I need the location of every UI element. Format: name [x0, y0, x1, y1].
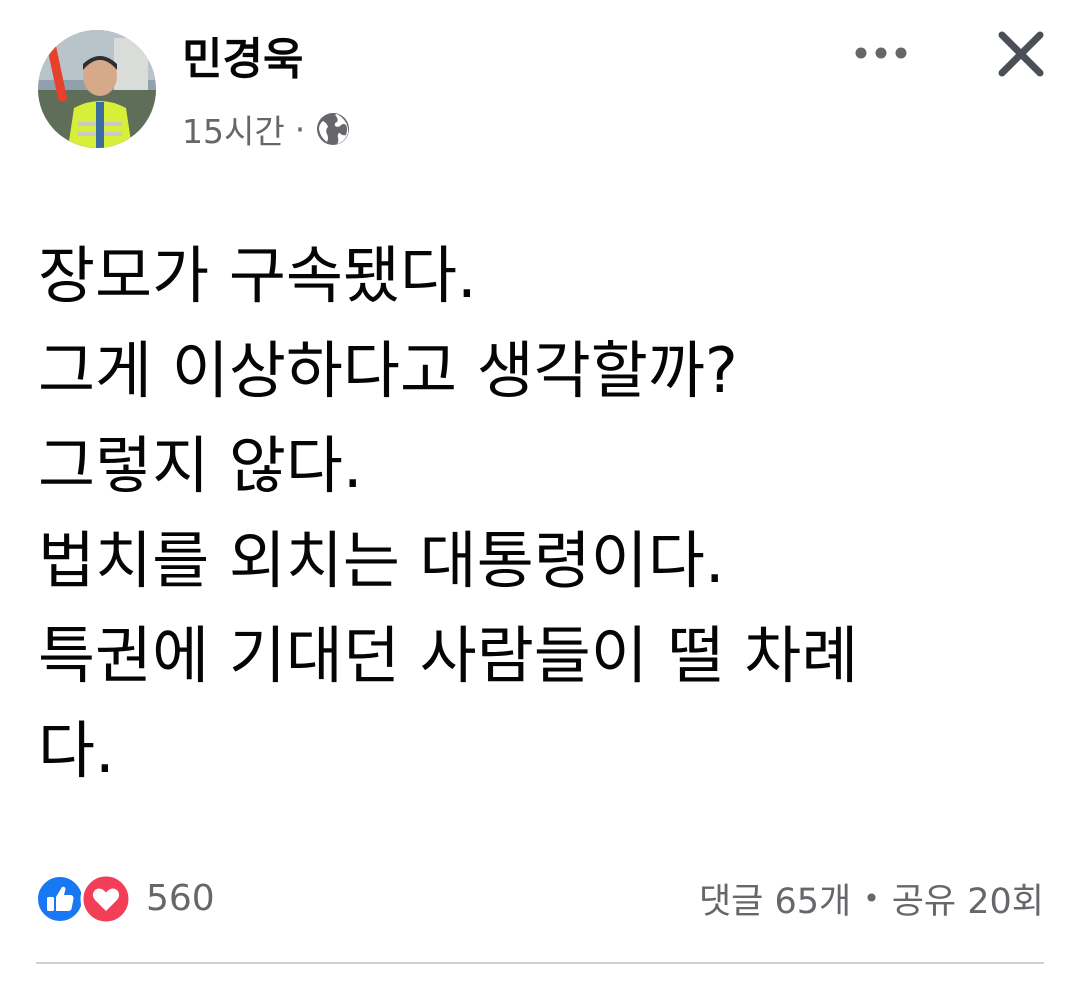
- post-text-line: 법치를 외치는 대통령이다.: [38, 524, 725, 597]
- post-timestamp[interactable]: 15시간: [182, 105, 285, 153]
- comments-count[interactable]: 댓글 65개: [699, 873, 851, 924]
- close-icon: [998, 31, 1044, 77]
- reactions-summary[interactable]: 560: [36, 870, 215, 926]
- divider: [36, 962, 1044, 964]
- post-meta: 15시간 ·: [182, 104, 351, 154]
- post-text: 장모가 구속됐다. 그게 이상하다고 생각할까? 그렇지 않다. 법치를 외치는…: [38, 228, 1038, 798]
- avatar[interactable]: [38, 30, 156, 148]
- more-options-button[interactable]: [850, 28, 912, 78]
- meta-separator: ·: [294, 109, 306, 149]
- post-text-line: 다.: [38, 714, 115, 787]
- engagement-summary: 댓글 65개 • 공유 20회: [699, 870, 1044, 926]
- like-icon: [36, 875, 84, 923]
- more-horizontal-icon: [855, 47, 907, 59]
- post-text-line: 장모가 구속됐다.: [38, 239, 477, 312]
- close-button[interactable]: [992, 25, 1050, 83]
- author-name[interactable]: 민경욱: [182, 30, 303, 90]
- avatar-photo: [38, 30, 156, 148]
- engagement-separator: •: [863, 881, 880, 915]
- love-icon: [80, 873, 132, 925]
- post-text-line: 특권에 기대던 사람들이 떨 차례: [38, 619, 859, 692]
- post-text-line: 그렇지 않다.: [38, 429, 363, 502]
- reaction-count: 560: [146, 877, 215, 919]
- shares-count[interactable]: 공유 20회: [892, 873, 1044, 924]
- post-text-line: 그게 이상하다고 생각할까?: [38, 334, 738, 407]
- globe-icon[interactable]: [315, 111, 351, 147]
- reaction-icons: [36, 870, 136, 926]
